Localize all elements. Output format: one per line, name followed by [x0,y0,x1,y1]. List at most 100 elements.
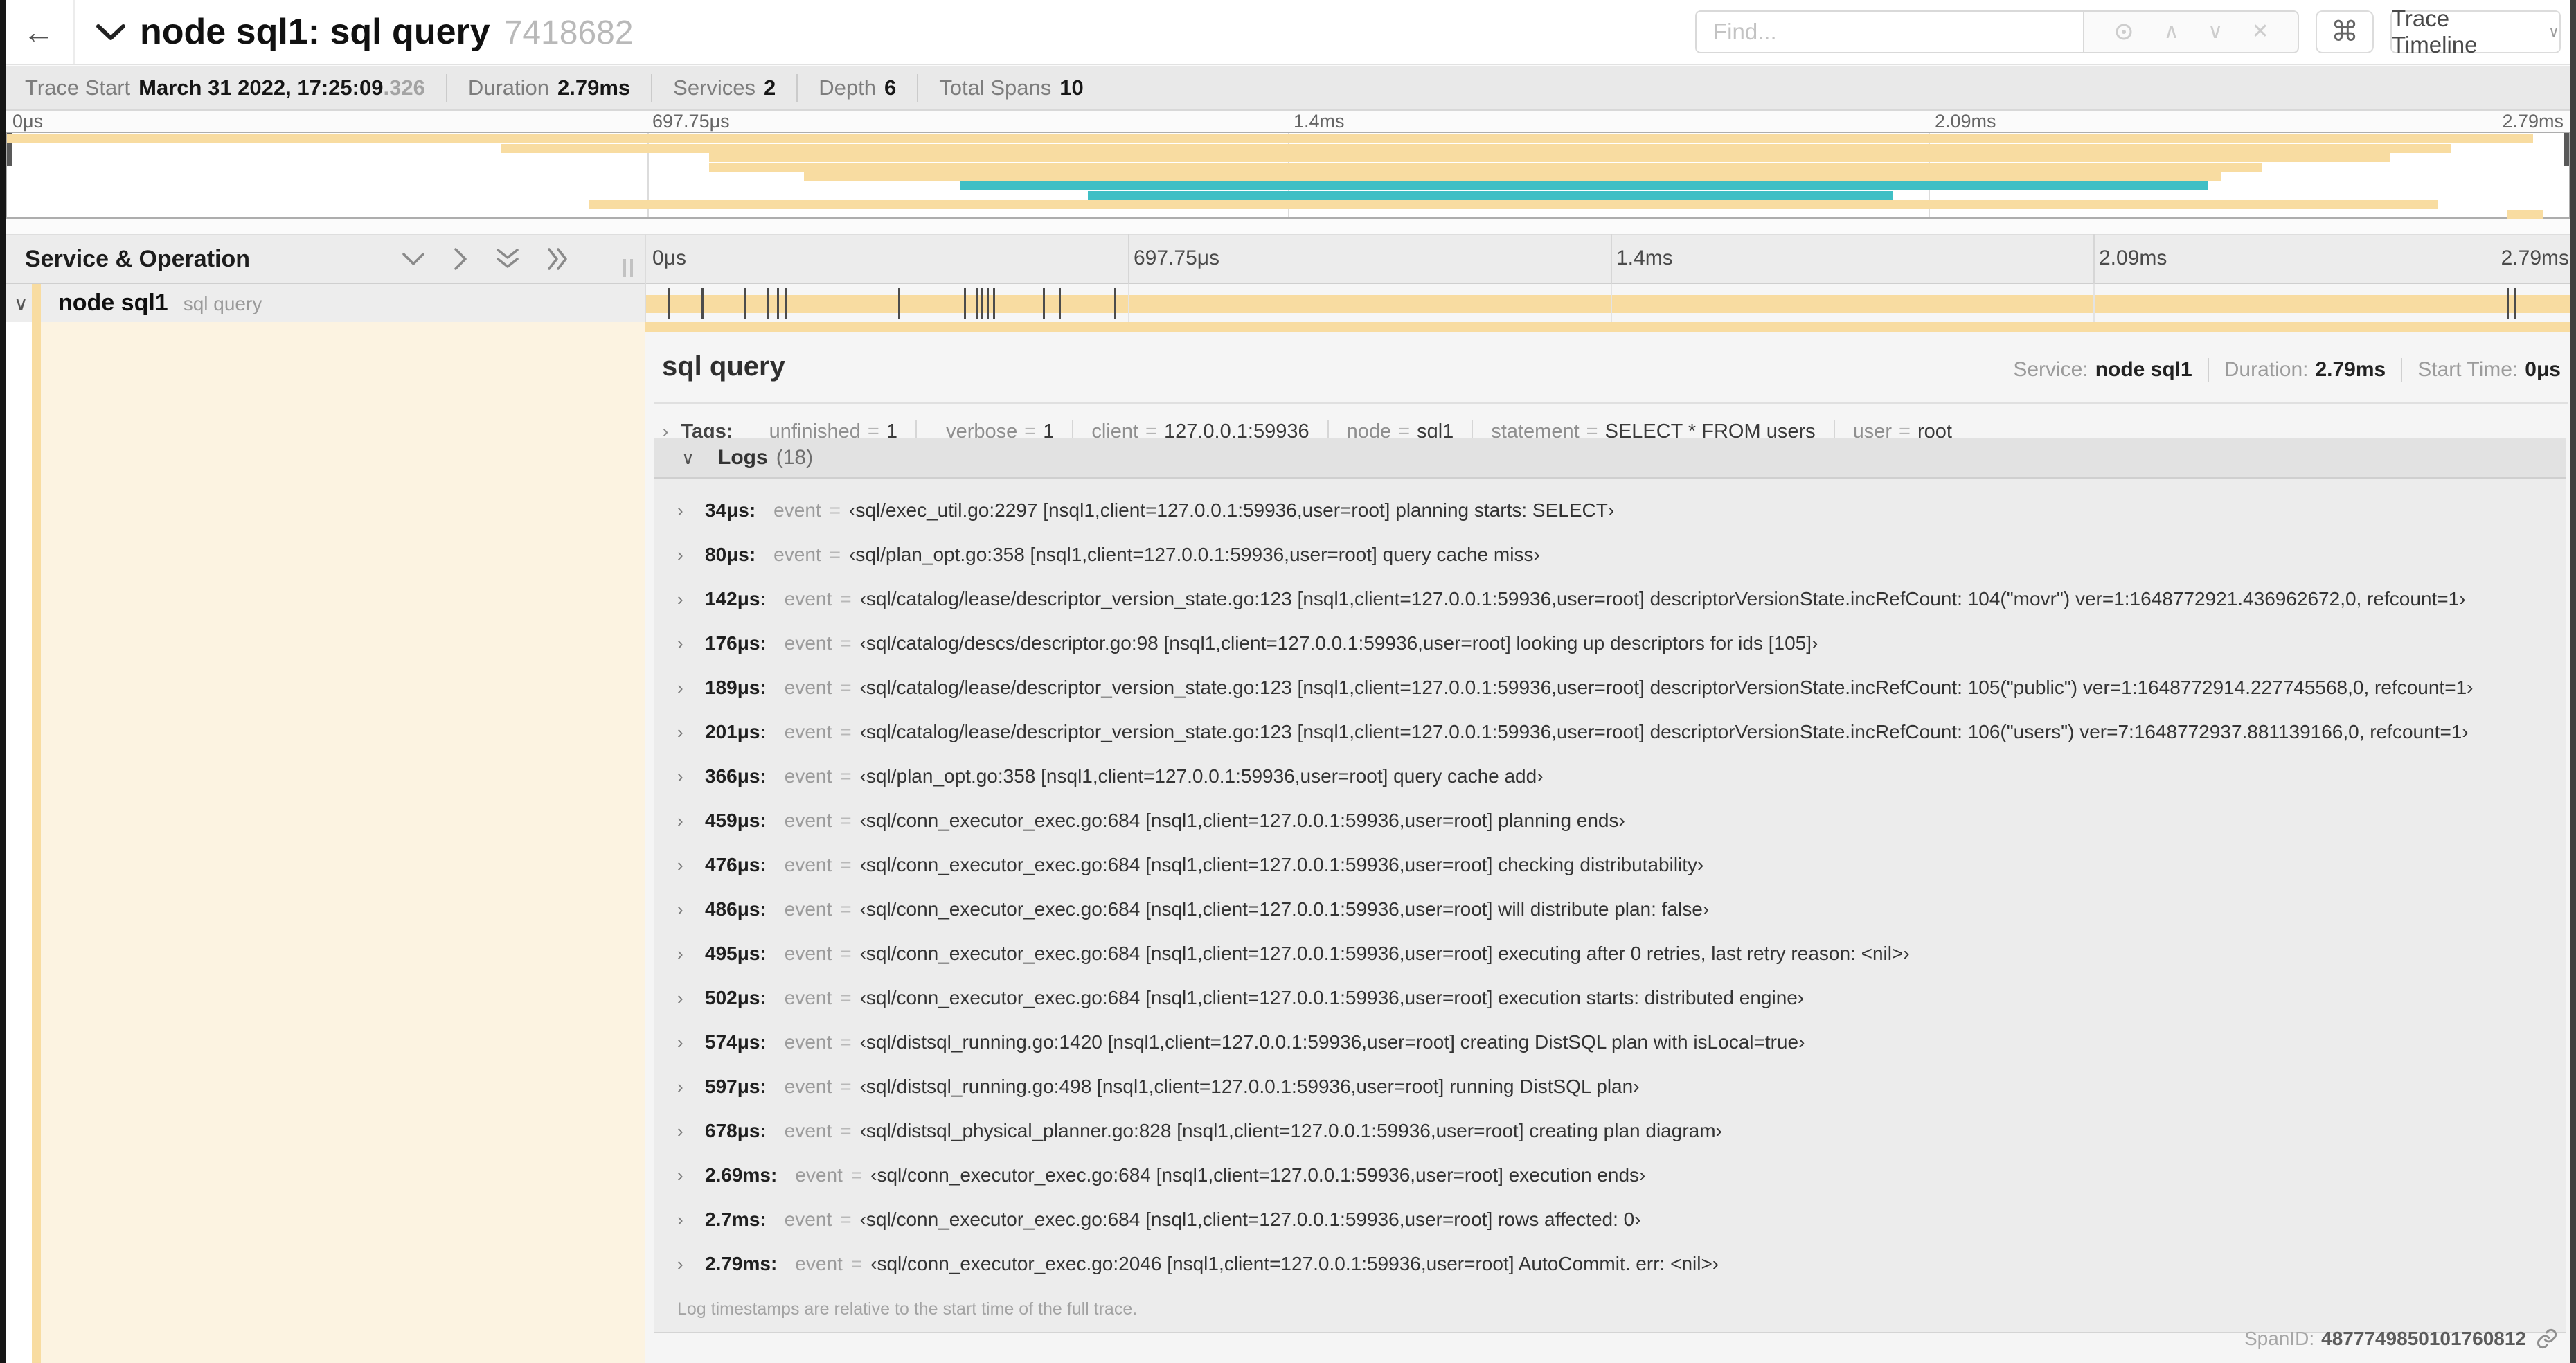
chevron-right-icon[interactable]: › [677,943,695,965]
logs-accordion-header[interactable]: ∨ Logs (18) [654,438,2566,479]
log-entry-row[interactable]: › 2.7ms: event = ‹sql/conn_executor_exec.go:… [654,1197,2566,1242]
find-next-icon[interactable]: ∨ [2208,21,2223,42]
trace-minimap[interactable] [6,132,2570,219]
log-entry-row[interactable]: › 486μs: event = ‹sql/conn_executor_exec.go:… [654,887,2566,932]
timeline-gridline [1611,284,1612,322]
minimap-span-bar [501,143,2451,153]
log-field-equals: = [840,1120,852,1141]
log-field-value: ‹sql/catalog/lease/descriptor_version_st… [859,588,2466,609]
log-entry-row[interactable]: › 597μs: event = ‹sql/distsql_running.go:498… [654,1064,2566,1109]
log-timestamp: 597μs: [705,1076,767,1097]
header-divider [73,0,75,64]
log-field-key: event [784,987,832,1008]
log-entry-row[interactable]: › 366μs: event = ‹sql/plan_opt.go:358 [nsql1… [654,754,2566,799]
log-entry-row[interactable]: › 495μs: event = ‹sql/conn_executor_exec.go:… [654,932,2566,976]
trace-stat: Trace Start March 31 2022, 17:25:09.326 [25,74,446,102]
log-marker-tick [701,288,704,319]
log-field-equals: = [840,1209,852,1230]
log-entry-row[interactable]: › 502μs: event = ‹sql/conn_executor_exec.go:… [654,976,2566,1020]
column-resize-grip[interactable] [623,259,633,277]
window-scrollbar[interactable] [2570,0,2576,1363]
log-entry-row[interactable]: › 2.79ms: event = ‹sql/conn_executor_exec.go… [654,1242,2566,1286]
log-entry-row[interactable]: › 80μs: event = ‹sql/plan_opt.go:358 [nsql1,… [654,533,2566,577]
minimap-span-bar [708,153,2390,163]
chevron-right-icon[interactable]: › [677,633,695,654]
service-label: node sql1 [58,289,168,316]
log-entry-row[interactable]: › 201μs: event = ‹sql/catalog/lease/descript… [654,710,2566,754]
service-operation-title: Service & Operation [25,245,251,272]
chevron-right-icon[interactable]: › [677,677,695,699]
back-button[interactable]: ← [18,11,60,53]
log-timestamp: 2.79ms: [705,1253,778,1274]
trace-title-collapse-chevron-icon[interactable] [96,24,126,42]
expand-one-icon[interactable] [453,247,468,271]
log-field-key: event [773,544,821,565]
stat-value: March 31 2022, 17:25:09.326 [138,75,425,100]
chevron-right-icon[interactable]: › [677,544,695,566]
log-marker-tick [992,288,995,319]
log-field-value: ‹sql/catalog/lease/descriptor_version_st… [859,677,2474,698]
log-entry-row[interactable]: › 476μs: event = ‹sql/conn_executor_exec.go:… [654,843,2566,887]
find-prev-icon[interactable]: ∧ [2164,21,2179,42]
log-timestamp: 502μs: [705,987,767,1008]
expand-all-icon[interactable] [547,247,569,271]
chevron-right-icon[interactable]: › [677,1165,695,1186]
minimap-span-bar [960,181,2208,190]
span-row-name-column[interactable]: ∨ node sql1 sql query [0,284,645,322]
stat-value: 2.79ms [557,75,631,100]
chevron-right-icon[interactable]: › [677,1121,695,1142]
chevron-right-icon[interactable]: › [677,855,695,876]
trace-view-select[interactable]: Trace Timeline ∨ [2390,6,2561,57]
minimap-right-scrubber[interactable] [2564,133,2569,166]
log-entry-row[interactable]: › 189μs: event = ‹sql/catalog/lease/descript… [654,666,2566,710]
log-field-equals: = [840,943,852,964]
log-marker-tick [784,288,787,319]
chevron-right-icon[interactable]: › [677,766,695,787]
trace-stat: Services 2 [651,74,796,102]
log-field-key: event [784,810,832,831]
log-entry-row[interactable]: › 34μs: event = ‹sql/exec_util.go:2297 [nsql… [654,488,2566,533]
chevron-right-icon[interactable]: › [677,1032,695,1053]
log-timestamp: 201μs: [705,721,767,742]
log-timestamp: 2.7ms: [705,1209,767,1230]
deep-link-icon[interactable] [2536,1328,2558,1350]
span-overview: Service: node sql1 Duration: 2.79ms Start Ti… [1998,358,2561,382]
span-row-timeline[interactable] [645,284,2576,322]
chevron-right-icon[interactable]: › [677,899,695,920]
axis-tick-label: 2.09ms [2099,247,2167,269]
log-entry-row[interactable]: › 574μs: event = ‹sql/distsql_running.go:142… [654,1020,2566,1064]
log-field-value: ‹sql/catalog/descs/descriptor.go:98 [nsq… [859,632,1818,654]
log-timestamp: 189μs: [705,677,767,698]
span-collapse-chevron-icon[interactable]: ∨ [14,292,28,315]
log-field-value: ‹sql/conn_executor_exec.go:684 [nsql1,cl… [859,943,1910,964]
log-entry-row[interactable]: › 176μs: event = ‹sql/catalog/descs/descript… [654,621,2566,666]
chevron-right-icon[interactable]: › [677,500,695,522]
collapse-all-icon[interactable] [496,248,519,270]
find-input[interactable] [1695,10,2083,53]
collapse-one-icon[interactable] [402,251,425,267]
pane-divider[interactable] [645,234,646,322]
chevron-right-icon[interactable]: › [677,810,695,832]
log-entry-row[interactable]: › 678μs: event = ‹sql/distsql_physical_plann… [654,1109,2566,1153]
chevron-right-icon[interactable]: › [677,589,695,610]
chevron-right-icon[interactable]: › [677,1254,695,1275]
chevron-right-icon[interactable]: › [677,1076,695,1098]
locate-icon[interactable] [2113,21,2135,43]
chevron-right-icon[interactable]: › [677,722,695,743]
chevron-down-icon: ∨ [2548,23,2559,40]
axis-tick-label: 2.79ms [2501,247,2569,269]
trace-page-header: ← node sql1: sql query 7418682 ∧ ∨ ✕ ⌘ Tr… [0,0,2576,65]
expanded-span-bar[interactable] [645,322,2576,332]
chevron-right-icon[interactable]: › [677,1209,695,1231]
keyboard-shortcuts-button[interactable]: ⌘ [2316,10,2374,53]
log-entry-row[interactable]: › 142μs: event = ‹sql/catalog/lease/descript… [654,577,2566,621]
log-field-value: ‹sql/conn_executor_exec.go:684 [nsql1,cl… [859,987,1805,1008]
log-marker-tick [1058,288,1061,319]
trace-stat: Depth 6 [796,74,917,102]
find-clear-icon[interactable]: ✕ [2251,21,2269,42]
log-field-value: ‹sql/exec_util.go:2297 [nsql1,client=127… [849,499,1615,521]
chevron-right-icon[interactable]: › [677,988,695,1009]
log-entry-row[interactable]: › 459μs: event = ‹sql/conn_executor_exec.go:… [654,799,2566,843]
log-timestamp: 366μs: [705,765,767,787]
log-entry-row[interactable]: › 2.69ms: event = ‹sql/conn_executor_exec.go… [654,1153,2566,1197]
